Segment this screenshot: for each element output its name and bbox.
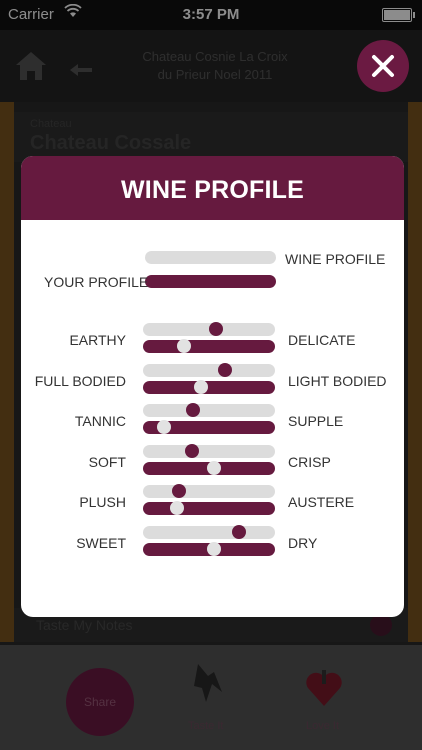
profile-left-label: SWEET	[76, 535, 126, 551]
profile-left-label: SOFT	[88, 454, 126, 470]
profile-right-label: AUSTERE	[288, 494, 355, 510]
your-profile-track	[143, 502, 275, 515]
profile-right-label: CRISP	[288, 454, 331, 470]
close-icon	[372, 55, 394, 77]
wine-profile-marker	[184, 444, 199, 458]
legend-your-bar	[145, 275, 276, 288]
wine-profile-track	[143, 364, 275, 377]
wine-profile-track	[143, 526, 275, 539]
your-profile-slider-knob[interactable]	[176, 339, 191, 353]
profile-left-label: FULL BODIED	[34, 373, 126, 389]
wine-profile-track	[143, 404, 275, 417]
legend-wine-label: WINE PROFILE	[285, 251, 386, 267]
modal-title: WINE PROFILE	[121, 176, 304, 204]
close-button[interactable]	[357, 40, 409, 92]
profile-left-label: TANNIC	[74, 413, 126, 429]
wine-profile-track	[143, 485, 275, 498]
profile-right-label: SUPPLE	[288, 413, 344, 429]
profile-right-label: DELICATE	[288, 332, 356, 348]
your-profile-slider-knob[interactable]	[194, 380, 209, 394]
wine-profile-marker	[208, 322, 223, 336]
profile-right-label: LIGHT BODIED	[288, 373, 387, 389]
wine-profile-track	[143, 445, 275, 458]
your-profile-track	[143, 340, 275, 353]
wine-profile-marker	[171, 484, 186, 498]
your-profile-slider-knob[interactable]	[157, 420, 172, 434]
your-profile-track	[143, 381, 275, 394]
wine-profile-modal: WINE PROFILE WINE PROFILE YOUR PROFILE E…	[21, 156, 404, 617]
legend-wine-bar	[145, 251, 276, 264]
profile-right-label: DRY	[288, 535, 318, 551]
profile-left-label: EARTHY	[69, 332, 126, 348]
modal-header: WINE PROFILE	[21, 156, 404, 220]
wine-profile-marker	[217, 363, 232, 377]
profile-left-label: PLUSH	[79, 494, 126, 510]
legend-your-label: YOUR PROFILE	[44, 274, 149, 290]
